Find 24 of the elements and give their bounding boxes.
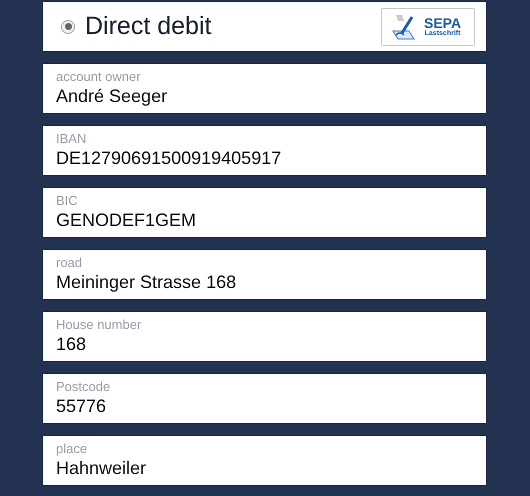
field-value: DE12790691500919405917 (56, 147, 282, 170)
input-field[interactable]: IBAN DE12790691500919405917 (43, 126, 486, 175)
input-field[interactable]: BIC GENODEF1GEM (43, 188, 486, 237)
field-label: House number (56, 317, 142, 334)
field-label: IBAN (56, 131, 88, 148)
input-field[interactable]: House number 168 (43, 312, 486, 361)
field-label: place (56, 441, 88, 458)
field-value: Hahnweiler (56, 457, 148, 480)
option-label: Direct debit (85, 10, 212, 42)
field-label: BIC (56, 193, 79, 210)
logo-title: SEPA (424, 16, 462, 30)
field-label: account owner (56, 69, 142, 86)
radio-button[interactable] (61, 20, 75, 34)
field-value: 168 (56, 333, 88, 356)
input-field[interactable]: road Meininger Strasse 168 (43, 250, 486, 299)
field-value: GENODEF1GEM (56, 209, 198, 232)
field-value: Meininger Strasse 168 (56, 271, 238, 294)
input-field[interactable]: Postcode 55776 (43, 374, 486, 423)
input-field[interactable]: account owner André Seeger (43, 64, 486, 113)
field-value: 55776 (56, 395, 108, 418)
input-field[interactable]: place Hahnweiler (43, 436, 486, 485)
field-label: Postcode (56, 379, 112, 396)
field-label: road (56, 255, 84, 272)
field-value: André Seeger (56, 85, 168, 108)
